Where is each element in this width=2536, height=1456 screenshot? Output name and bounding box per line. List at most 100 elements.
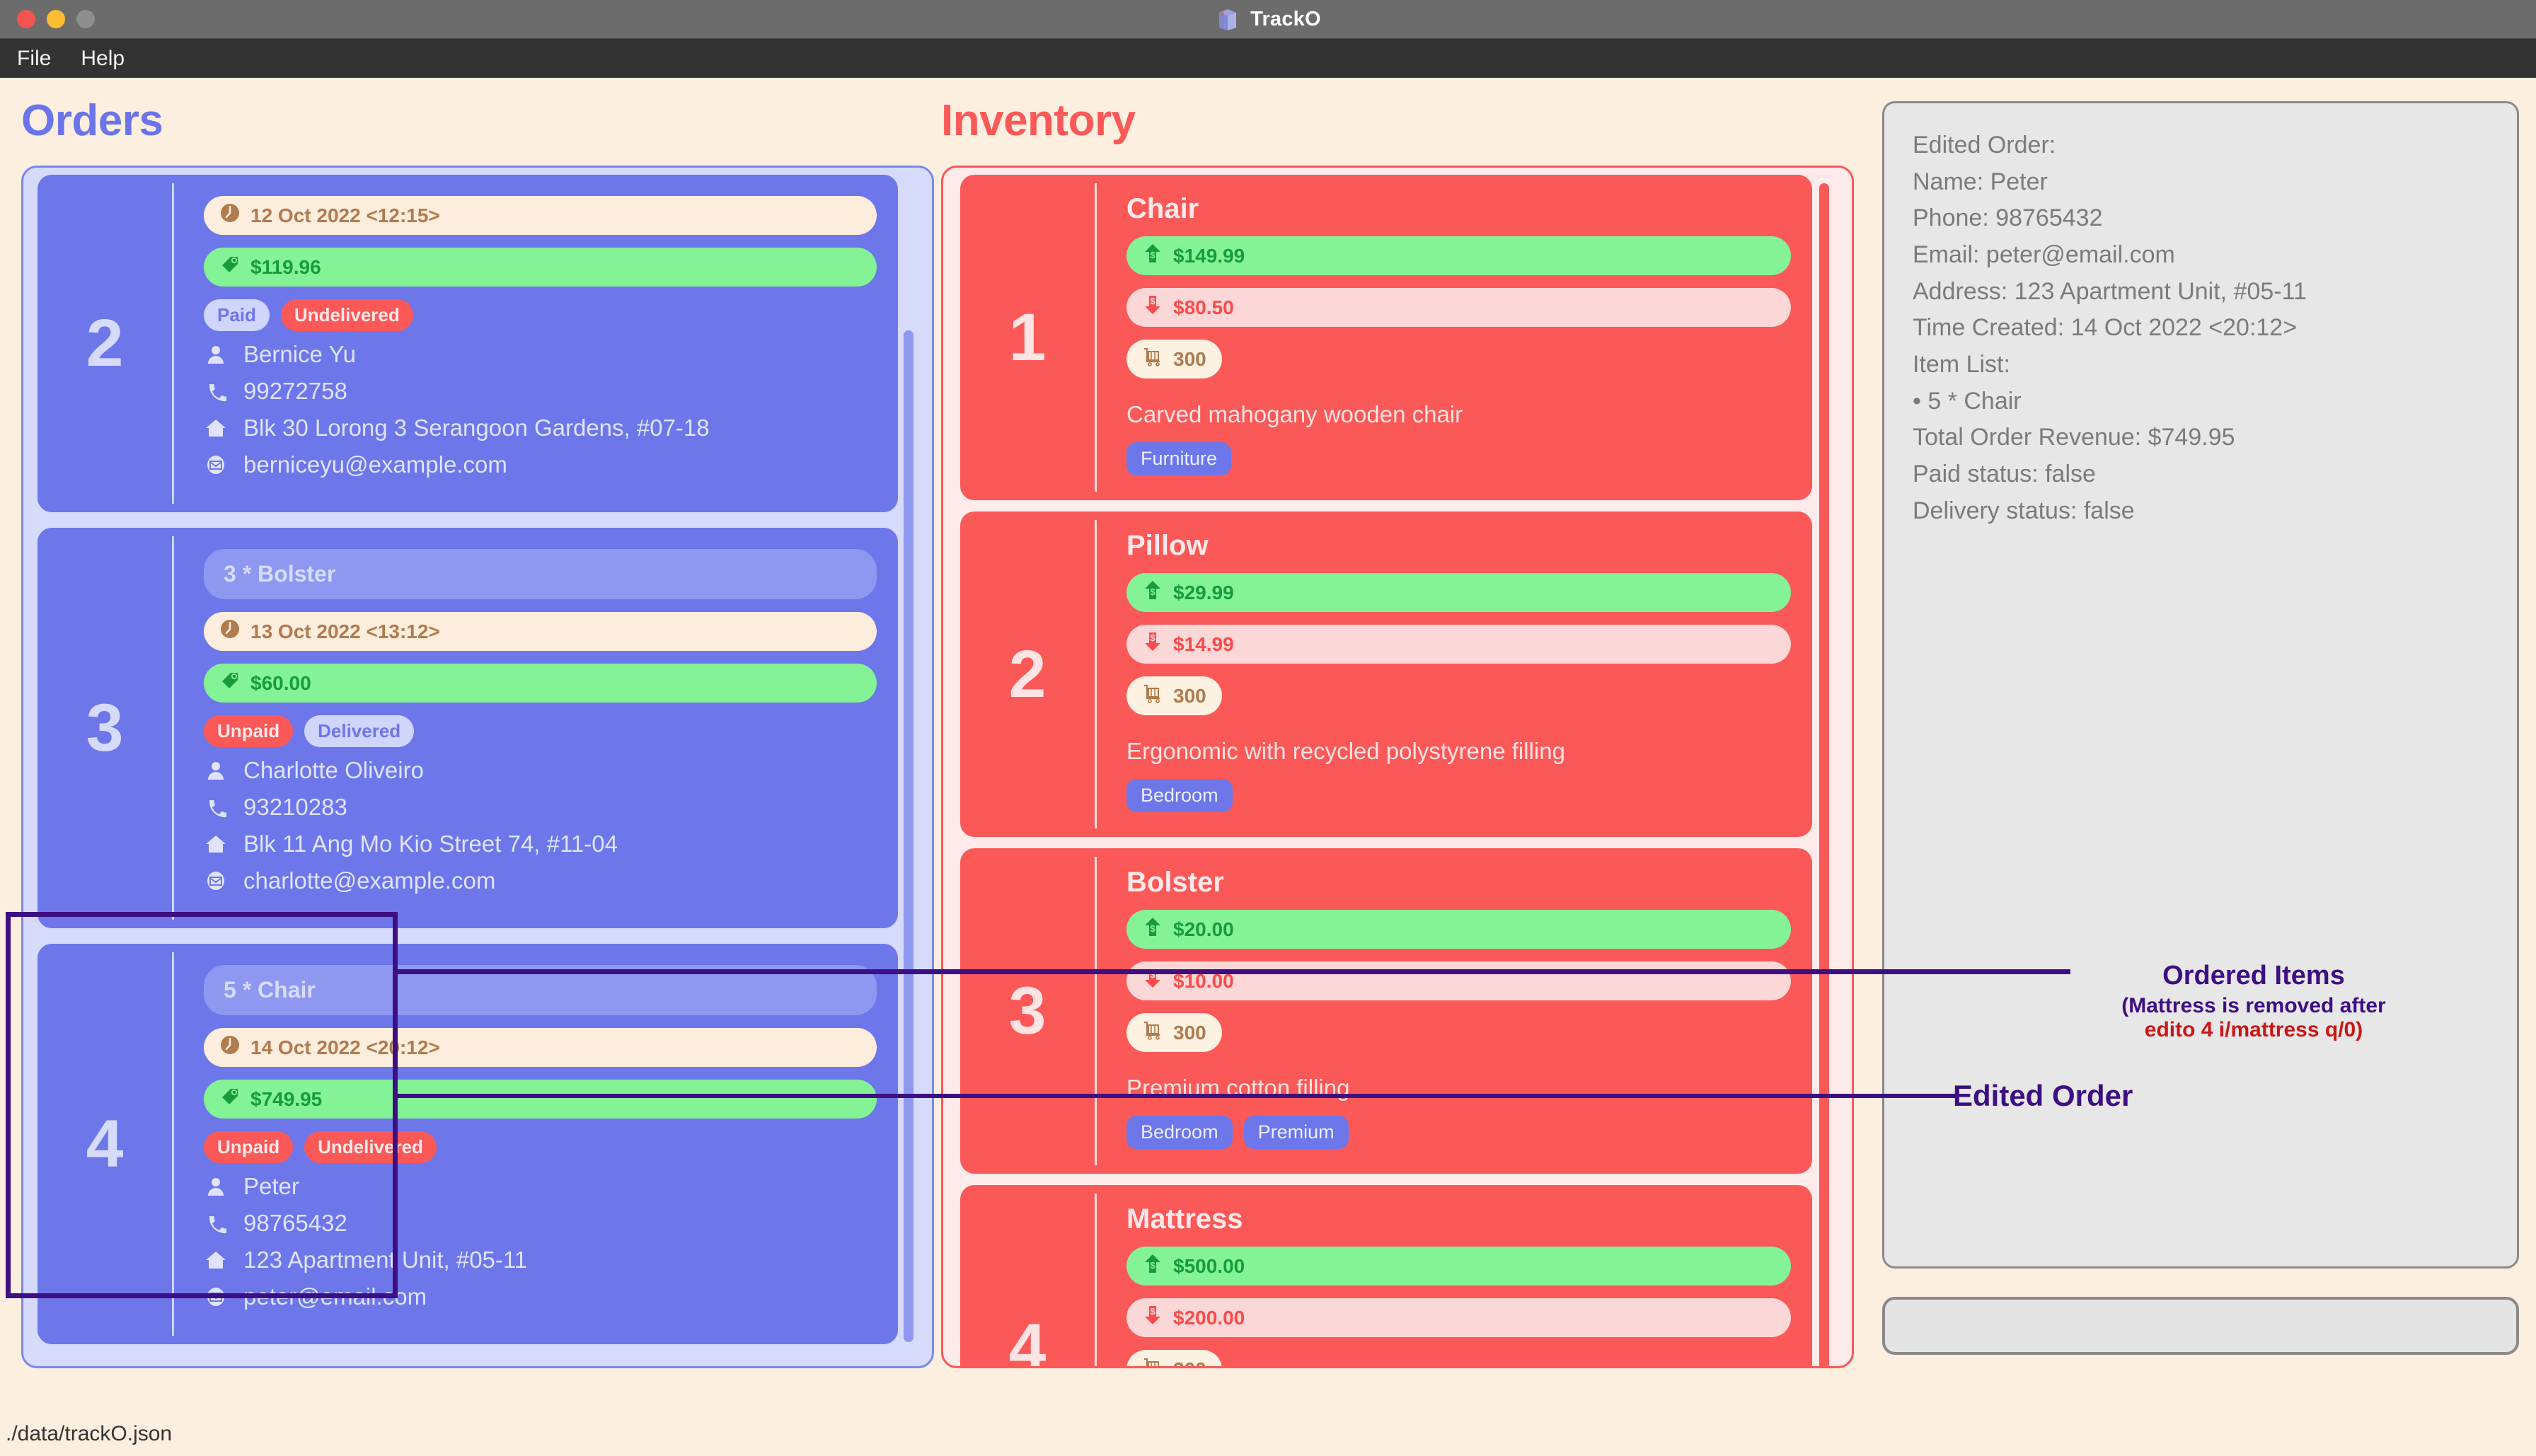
cost-price-pill: $ $200.00 [1126, 1298, 1791, 1337]
svg-text:$: $ [1150, 1306, 1155, 1317]
arrow-down-dollar-icon: $ [1142, 631, 1163, 657]
result-line: Time Created: 14 Oct 2022 <20:12> [1913, 314, 2298, 342]
order-email: berniceyu@example.com [204, 451, 877, 478]
svg-text:$: $ [1150, 1260, 1155, 1271]
order-phone-text: 93210283 [243, 794, 347, 820]
cost-price-pill: $ $80.50 [1126, 288, 1791, 327]
phone-icon [204, 1211, 228, 1235]
arrow-down-dollar-icon: $ [1142, 294, 1163, 320]
minimize-button[interactable] [47, 10, 65, 28]
inventory-tag: Bedroom [1126, 779, 1233, 812]
order-address-text: Blk 11 Ang Mo Kio Street 74, #11-04 [243, 831, 618, 857]
arrow-down-dollar-icon: $ [1142, 1305, 1163, 1331]
result-line: Paid status: false [1913, 461, 2096, 488]
price-tag-icon [219, 254, 241, 280]
quantity-pill: 300 [1126, 1013, 1222, 1052]
cost-price-pill: $ $10.00 [1126, 961, 1791, 1000]
order-customer-name: Bernice Yu [204, 341, 877, 368]
cart-icon [1142, 1019, 1163, 1046]
result-line: Edited Order: [1913, 132, 2056, 158]
result-line: Item List: [1913, 351, 2010, 379]
sell-price-text: $20.00 [1173, 918, 1234, 940]
inventory-description: Premium cotton filling [1126, 1075, 1350, 1101]
order-name-text: Peter [243, 1173, 299, 1199]
inventory-tag: Premium [1243, 1116, 1349, 1149]
menu-item-help[interactable]: Help [81, 47, 125, 71]
inventory-tag: Bedroom [1126, 1116, 1233, 1149]
person-icon [204, 342, 228, 366]
order-time-pill: 12 Oct 2022 <12:15> [204, 196, 877, 235]
inventory-card[interactable]: 3 Bolster $ $20.00 $ $10.00 300 Premium … [960, 848, 1812, 1174]
order-email-text: charlotte@example.com [243, 867, 496, 894]
quantity-text: 300 [1173, 1021, 1206, 1044]
status-bar: ./data/trackO.json [0, 1412, 2536, 1456]
title-bar: TrackO [0, 0, 2536, 39]
result-line: Phone: 98765432 [1913, 204, 2103, 232]
delivery-status-badge: Undelivered [304, 1131, 437, 1163]
data-file-path: ./data/trackO.json [6, 1422, 173, 1445]
menu-item-file[interactable]: File [17, 47, 51, 71]
home-icon [204, 416, 228, 440]
order-status-badges: Unpaid Undelivered [204, 1131, 877, 1163]
svg-text:$: $ [1150, 250, 1155, 260]
order-email: peter@email.com [204, 1283, 877, 1310]
inventory-tags: Bedroom [1126, 779, 1791, 812]
close-button[interactable] [17, 10, 35, 28]
order-name-text: Bernice Yu [243, 341, 357, 367]
order-address: 123 Apartment Unit, #05-11 [204, 1247, 877, 1273]
order-card[interactable]: 4 5 * Chair 14 Oct 2022 <20:12> $749.95 … [38, 944, 898, 1344]
orders-panel[interactable]: 2 12 Oct 2022 <12:15> $119.96 Paid Undel… [21, 166, 934, 1368]
inventory-panel[interactable]: 1 Chair $ $149.99 $ $80.50 300 Carved ma… [941, 166, 1854, 1368]
result-display-panel: Edited Order: Name: Peter Phone: 9876543… [1882, 101, 2519, 1269]
detail-column: Edited Order: Name: Peter Phone: 9876543… [1882, 96, 2519, 1355]
inventory-item-name: Mattress [1126, 1203, 1243, 1235]
order-status-badges: Unpaid Delivered [204, 715, 877, 747]
inventory-card[interactable]: 2 Pillow $ $29.99 $ $14.99 300 Ergonomic… [960, 512, 1812, 837]
inventory-heading: Inventory [941, 96, 1136, 145]
order-email-text: berniceyu@example.com [243, 451, 507, 478]
command-input[interactable] [1882, 1297, 2519, 1355]
svg-text:$: $ [1150, 587, 1155, 597]
order-phone-text: 98765432 [243, 1210, 347, 1236]
order-card[interactable]: 2 12 Oct 2022 <12:15> $119.96 Paid Undel… [38, 175, 898, 512]
orders-scrollbar[interactable] [904, 330, 913, 1342]
workspace: Orders 2 12 Oct 2022 <12:15> $119.96 Pai… [0, 78, 2536, 1412]
delivery-status-badge: Undelivered [280, 299, 413, 331]
menu-bar: File Help [0, 39, 2536, 78]
inventory-scrollbar[interactable] [1819, 183, 1829, 1366]
inventory-index: 3 [1008, 973, 1047, 1048]
window-controls[interactable] [0, 10, 95, 28]
delivery-status-badge: Delivered [304, 715, 415, 747]
order-time-text: 13 Oct 2022 <13:12> [250, 620, 440, 642]
order-phone: 93210283 [204, 794, 877, 821]
inventory-scroll-area[interactable]: 1 Chair $ $149.99 $ $80.50 300 Carved ma… [950, 175, 1845, 1366]
order-phone-text: 99272758 [243, 378, 347, 404]
inventory-description: Ergonomic with recycled polystyrene fill… [1126, 738, 1565, 764]
box-icon [1215, 6, 1240, 32]
orders-scroll-area[interactable]: 2 12 Oct 2022 <12:15> $119.96 Paid Undel… [30, 175, 925, 1359]
result-line: Total Order Revenue: $749.95 [1913, 424, 2235, 451]
inventory-card[interactable]: 1 Chair $ $149.99 $ $80.50 300 Carved ma… [960, 175, 1812, 500]
phone-icon [204, 379, 228, 403]
order-time-pill: 14 Oct 2022 <20:12> [204, 1028, 877, 1067]
orders-column: Orders 2 12 Oct 2022 <12:15> $119.96 Pai… [21, 96, 934, 1368]
order-card[interactable]: 3 3 * Bolster 13 Oct 2022 <13:12> $60.00… [38, 528, 898, 928]
person-icon [204, 1174, 228, 1198]
zoom-button[interactable] [76, 10, 95, 28]
inventory-index: 2 [1008, 636, 1047, 712]
envelope-icon [204, 453, 228, 477]
order-price-pill: $749.95 [204, 1080, 877, 1119]
inventory-index: 4 [1008, 1310, 1047, 1368]
cart-icon [1142, 346, 1163, 372]
order-email: charlotte@example.com [204, 867, 877, 894]
cart-icon [1142, 683, 1163, 709]
svg-text:$: $ [1150, 296, 1155, 306]
inventory-card[interactable]: 4 Mattress $ $500.00 $ $200.00 [960, 1185, 1812, 1368]
paid-status-badge: Unpaid [204, 1131, 294, 1163]
order-price-text: $119.96 [250, 255, 321, 278]
quantity-pill: 300 [1126, 676, 1222, 715]
arrow-up-dollar-icon: $ [1142, 916, 1163, 942]
order-address: Blk 11 Ang Mo Kio Street 74, #11-04 [204, 831, 877, 857]
order-address-text: 123 Apartment Unit, #05-11 [243, 1247, 528, 1273]
quantity-pill: 300 [1126, 340, 1222, 379]
